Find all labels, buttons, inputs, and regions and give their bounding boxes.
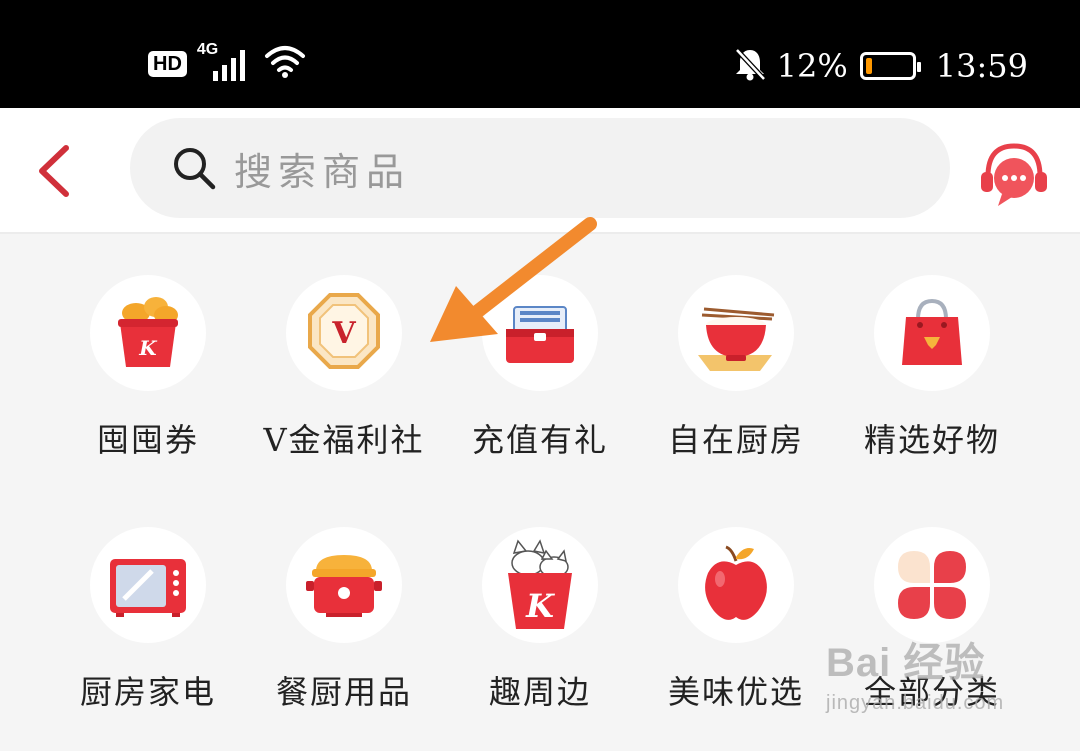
headset-chat-icon — [981, 143, 1047, 206]
battery-percent: 12% — [776, 47, 848, 85]
category-item[interactable]: 全部分类 — [834, 527, 1030, 713]
category-item[interactable]: 自在厨房 — [638, 275, 834, 461]
four-petal-icon — [898, 551, 966, 619]
rice-bowl-icon — [698, 307, 775, 371]
v-badge-icon: V — [308, 293, 380, 369]
status-left: HD 4G — [148, 41, 307, 84]
clock: 13:59 — [935, 47, 1028, 85]
search-input[interactable]: 搜索商品 — [130, 118, 950, 218]
category-icon-circle — [482, 275, 598, 391]
category-item[interactable]: 充值有礼 — [442, 275, 638, 461]
signal-icon: 4G — [197, 41, 253, 81]
svg-text:K: K — [138, 336, 158, 360]
category-icon-circle: K — [482, 527, 598, 643]
search-icon — [174, 148, 216, 190]
category-label: 自在厨房 — [667, 421, 804, 459]
search-header: 搜索商品 — [0, 108, 1080, 234]
battery-icon — [859, 52, 921, 80]
category-item[interactable]: V V金福利社 — [246, 275, 442, 461]
category-icon-circle — [286, 527, 402, 643]
cat-bucket-icon: K — [508, 539, 572, 629]
category-icon-circle — [874, 527, 990, 643]
rice-cooker-icon — [306, 555, 382, 617]
customer-service-button[interactable] — [976, 136, 1052, 212]
category-item[interactable]: 厨房家电 — [50, 527, 246, 713]
category-icon-circle — [678, 275, 794, 391]
microwave-icon — [110, 559, 186, 617]
battery-level — [865, 58, 872, 74]
chevron-left-icon — [39, 145, 69, 197]
category-label: 餐厨用品 — [275, 673, 412, 711]
back-button[interactable] — [32, 144, 76, 198]
svg-text:V: V — [331, 316, 356, 351]
category-label: V金福利社 — [263, 421, 425, 459]
category-label: 囤囤券 — [96, 421, 199, 459]
hd-badge: HD — [148, 51, 187, 77]
shopping-bag-icon — [902, 298, 962, 365]
category-label: 趣周边 — [488, 673, 591, 711]
category-item[interactable]: 餐厨用品 — [246, 527, 442, 713]
category-icon-circle — [678, 527, 794, 643]
category-item[interactable]: K 囤囤券 — [50, 275, 246, 461]
category-label: 厨房家电 — [79, 673, 216, 711]
svg-text:K: K — [525, 587, 555, 625]
category-icon-circle — [90, 527, 206, 643]
category-label: 全部分类 — [863, 673, 1000, 711]
category-item[interactable]: 美味优选 — [638, 527, 834, 713]
search-placeholder: 搜索商品 — [234, 149, 411, 194]
category-icon-circle: V — [286, 275, 402, 391]
apple-icon — [705, 545, 767, 620]
wallet-card-icon — [506, 306, 574, 363]
category-item[interactable]: K 趣周边 — [442, 527, 638, 713]
category-label: 精选好物 — [863, 421, 1000, 459]
category-item[interactable]: 精选好物 — [834, 275, 1030, 461]
category-label: 充值有礼 — [471, 421, 608, 459]
category-label: 美味优选 — [667, 673, 804, 711]
status-bar: HD 4G 12% 13:59 — [0, 0, 1080, 108]
kfc-bucket-icon: K — [118, 297, 178, 367]
wifi-icon — [263, 44, 307, 84]
mute-bell-icon — [733, 46, 767, 86]
status-right: 12% 13:59 — [733, 46, 1028, 86]
category-icon-circle: K — [90, 275, 206, 391]
category-icon-circle — [874, 275, 990, 391]
